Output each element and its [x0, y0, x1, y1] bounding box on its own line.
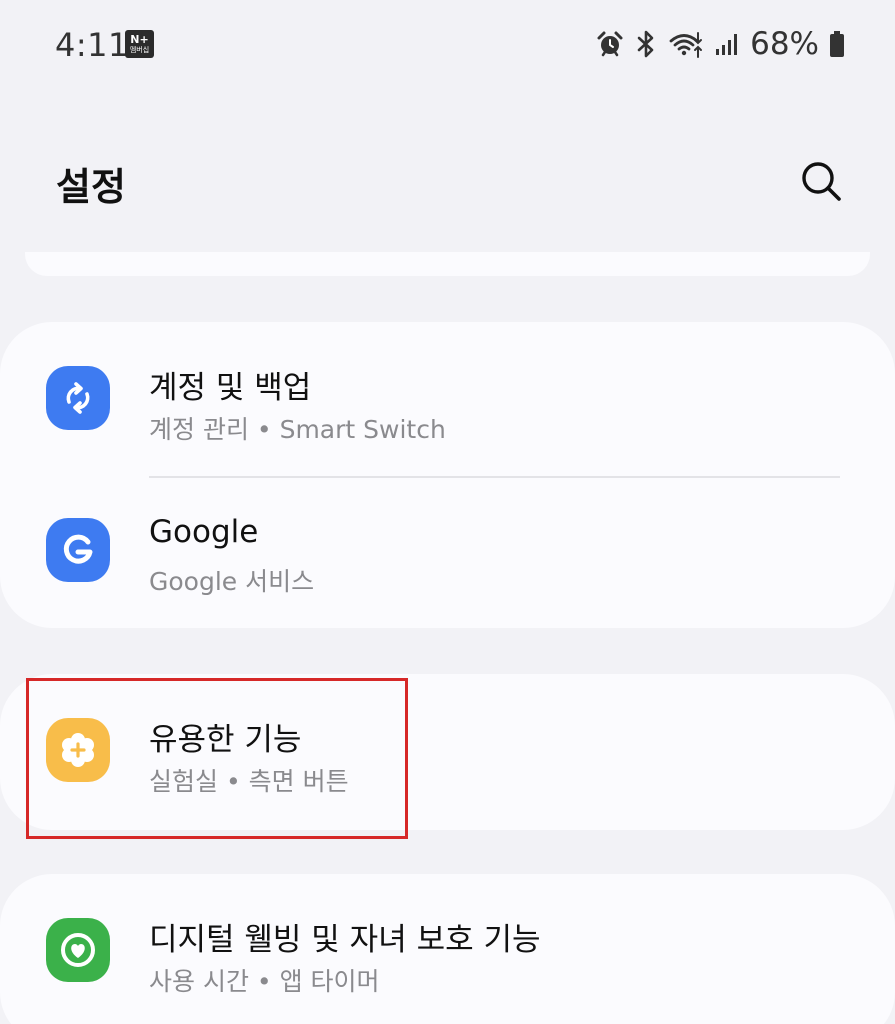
- sync-icon: [46, 366, 110, 430]
- search-icon: [802, 162, 841, 201]
- settings-card-wellbeing: 디지털 웰빙 및 자녀 보호 기능 사용 시간 • 앱 타이머: [0, 874, 895, 1024]
- settings-card-accounts: 계정 및 백업 계정 관리 • Smart Switch Google Goog…: [0, 322, 895, 628]
- badge-top-text: N+: [130, 33, 149, 46]
- digital-wellbeing-icon: [46, 918, 110, 982]
- status-bar: 4:11 N+ 멤버십 68%: [0, 0, 895, 90]
- divider: [149, 476, 840, 478]
- item-subtitle: Google 서비스: [149, 567, 315, 596]
- wifi-icon: [668, 29, 704, 59]
- status-icons: 68%: [586, 24, 845, 64]
- item-title: Google: [149, 514, 259, 550]
- search-button[interactable]: [796, 156, 846, 206]
- bluetooth-icon: [634, 29, 658, 59]
- item-title: 계정 및 백업: [149, 370, 312, 406]
- page-title: 설정: [56, 165, 126, 209]
- status-time: 4:11: [55, 26, 129, 64]
- item-title: 디지털 웰빙 및 자녀 보호 기능: [149, 922, 541, 958]
- settings-item-google[interactable]: Google Google 서비스: [0, 476, 895, 626]
- settings-item-accounts-backup[interactable]: 계정 및 백업 계정 관리 • Smart Switch: [0, 322, 895, 472]
- signal-icon: [714, 31, 740, 57]
- previous-card-edge: [25, 252, 870, 276]
- badge-bottom-text: 멤버십: [129, 46, 150, 54]
- alarm-icon: [596, 30, 624, 58]
- battery-icon: [829, 30, 845, 58]
- item-subtitle: 사용 시간 • 앱 타이머: [149, 967, 380, 996]
- google-icon: [46, 518, 110, 582]
- highlight-box: [26, 678, 408, 839]
- naver-plus-badge-icon: N+ 멤버십: [125, 30, 154, 58]
- battery-percent: 68%: [750, 26, 819, 62]
- settings-item-digital-wellbeing[interactable]: 디지털 웰빙 및 자녀 보호 기능 사용 시간 • 앱 타이머: [0, 874, 895, 1024]
- item-subtitle: 계정 관리 • Smart Switch: [149, 415, 446, 444]
